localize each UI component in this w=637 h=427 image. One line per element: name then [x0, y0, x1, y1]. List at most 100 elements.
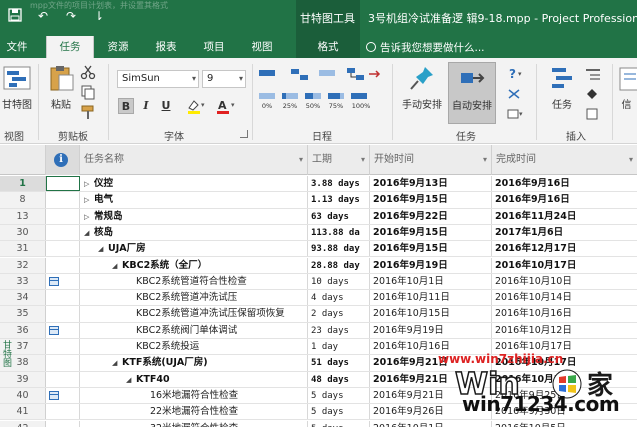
indicator-cell[interactable]	[46, 192, 80, 208]
duration-cell[interactable]: 2 days	[308, 306, 370, 322]
tab-view[interactable]: 视图	[242, 36, 282, 58]
table-row[interactable]: 30 ◢ 核岛 113.88 da 2016年9月15日 2017年1月6日	[0, 224, 637, 242]
expand-triangle-icon[interactable]: ▷	[84, 209, 94, 224]
task-name-cell[interactable]: ◢ KTF系统(UJA厂房)	[80, 355, 308, 371]
manual-schedule-button[interactable]: 手动安排	[398, 64, 446, 111]
row-id[interactable]: 8	[0, 192, 46, 208]
start-cell[interactable]: 2016年9月15日	[370, 224, 492, 241]
cut-icon[interactable]	[80, 64, 100, 80]
duration-cell[interactable]: 48 days	[308, 371, 370, 387]
duration-cell[interactable]: 1 day	[308, 339, 370, 355]
chevron-down-icon[interactable]: ▾	[361, 145, 365, 175]
collapse-triangle-icon[interactable]: ◢	[98, 241, 108, 256]
pct-complete-100-button[interactable]: 100%	[348, 88, 374, 110]
task-name-cell[interactable]: KBC2系统阀门单体调试	[80, 322, 308, 338]
finish-cell[interactable]: 2016年12月17日	[492, 241, 637, 256]
column-header-duration[interactable]: 工期 ▾	[308, 145, 370, 175]
indicator-cell[interactable]	[46, 404, 80, 420]
duration-cell[interactable]: 1.13 days	[308, 192, 370, 208]
mode-icon[interactable]	[506, 86, 526, 102]
font-family-select[interactable]: SimSun ▾	[117, 70, 199, 88]
duration-cell[interactable]: 93.88 day	[308, 241, 370, 257]
start-cell[interactable]: 2016年10月15日	[370, 306, 492, 322]
deliverable-icon[interactable]	[584, 106, 604, 122]
inactivate-icon[interactable]	[318, 66, 338, 82]
indicator-cell[interactable]	[46, 257, 80, 273]
tab-file[interactable]: 文件	[0, 36, 34, 58]
indicator-cell[interactable]	[46, 290, 80, 306]
indicator-cell[interactable]	[46, 273, 80, 290]
table-row[interactable]: 32 ◢ KBC2系统（全厂） 28.88 day 2016年9月19日 2016年10月…	[0, 257, 637, 274]
indicator-cell[interactable]	[46, 371, 80, 387]
task-name-cell[interactable]: ▷ 电气	[80, 192, 308, 208]
customize-qat-icon[interactable]: ⇂	[90, 8, 108, 24]
table-row[interactable]: 4232米地漏符合性检查5 days2016年10月1日2016年10月5日	[0, 420, 637, 427]
start-cell[interactable]: 2016年9月22日	[370, 208, 492, 224]
finish-cell[interactable]: 2016年10月17日	[492, 258, 637, 273]
duration-cell[interactable]: 5 days	[308, 404, 370, 420]
indicator-cell[interactable]	[46, 387, 80, 404]
start-cell[interactable]: 2016年10月1日	[370, 273, 492, 290]
duration-cell[interactable]: 10 days	[308, 273, 370, 290]
format-painter-icon[interactable]	[80, 104, 100, 120]
pct-complete-25-button[interactable]: 25%	[279, 88, 301, 110]
duration-cell[interactable]: 5 days	[308, 420, 370, 427]
select-all-corner[interactable]	[0, 145, 46, 175]
duration-cell[interactable]: 4 days	[308, 290, 370, 306]
row-id[interactable]: 13	[0, 208, 46, 224]
table-row[interactable]: 33 KBC2系统管道符合性检查 10 days 2016年10月1日 2016年10月…	[0, 273, 637, 291]
chevron-down-icon[interactable]: ▾	[629, 145, 633, 175]
start-cell[interactable]: 2016年10月11日	[370, 290, 492, 306]
indicator-cell[interactable]	[46, 176, 80, 192]
summary-icon[interactable]	[584, 66, 604, 82]
expand-triangle-icon[interactable]: ▷	[84, 176, 94, 191]
font-dialog-launcher-icon[interactable]	[240, 130, 248, 138]
table-row[interactable]: 36 KBC2系统阀门单体调试 23 days 2016年9月19日 2016年10月1…	[0, 322, 637, 339]
finish-cell[interactable]: 2016年10月10日	[492, 274, 637, 289]
finish-cell[interactable]: 2016年10月16日	[492, 306, 637, 321]
row-id[interactable]: 32	[0, 257, 46, 273]
table-row[interactable]: 35 KBC2系统管道冲洗试压保留项恢复 2 days 2016年10月15日 2016…	[0, 306, 637, 323]
duration-cell[interactable]: 63 days	[308, 208, 370, 224]
tab-report[interactable]: 报表	[146, 36, 186, 58]
tab-project[interactable]: 项目	[194, 36, 234, 58]
move-icon[interactable]	[366, 66, 386, 82]
finish-cell[interactable]: 2017年1月6日	[492, 225, 637, 240]
pct-complete-75-button[interactable]: 75%	[325, 88, 347, 110]
task-name-cell[interactable]: KBC2系统管道冲洗试压保留项恢复	[80, 306, 308, 322]
collapse-triangle-icon[interactable]: ◢	[84, 225, 94, 240]
task-name-cell[interactable]: ◢ KTF40	[80, 371, 308, 387]
link-tasks-icon[interactable]	[346, 66, 366, 82]
task-name-cell[interactable]: KBC2系统管道符合性检查	[80, 273, 308, 290]
duration-cell[interactable]: 5 days	[308, 387, 370, 404]
start-cell[interactable]: 2016年9月19日	[370, 257, 492, 273]
row-id[interactable]: 33	[0, 273, 46, 290]
table-row[interactable]: 34 KBC2系统管道冲洗试压 4 days 2016年10月11日 2016年10月1…	[0, 290, 637, 307]
start-cell[interactable]: 2016年10月1日	[370, 420, 492, 427]
row-id[interactable]: 30	[0, 224, 46, 241]
table-row[interactable]: 31 ◢ UJA厂房 93.88 day 2016年9月15日 2016年12月17日	[0, 241, 637, 258]
duration-cell[interactable]: 28.88 day	[308, 257, 370, 273]
paste-button[interactable]: 粘贴	[44, 64, 78, 111]
column-header-task-name[interactable]: 任务名称 ▾	[80, 145, 308, 175]
task-name-cell[interactable]: ▷ 仪控	[80, 176, 308, 192]
indicator-cell[interactable]	[46, 322, 80, 338]
indicator-cell[interactable]	[46, 208, 80, 224]
tab-task[interactable]: 任务	[46, 36, 94, 58]
information-button[interactable]: 信	[616, 64, 637, 111]
font-size-select[interactable]: 9 ▾	[202, 70, 246, 88]
task-name-cell[interactable]: KBC2系统投运	[80, 339, 308, 355]
indicator-cell[interactable]	[46, 241, 80, 257]
task-name-cell[interactable]: 22米地漏符合性检查	[80, 404, 308, 420]
mark-on-track-icon[interactable]	[258, 66, 278, 82]
undo-icon[interactable]: ↶	[34, 8, 52, 24]
row-id[interactable]: 31	[0, 241, 46, 257]
indicator-cell[interactable]	[46, 224, 80, 241]
underline-button[interactable]: U	[158, 98, 174, 114]
finish-cell[interactable]: 2016年11月24日	[492, 209, 637, 224]
finish-cell[interactable]: 2016年10月14日	[492, 290, 637, 305]
view-side-tab[interactable]: 甘特图	[0, 300, 11, 427]
bold-button[interactable]: B	[118, 98, 134, 114]
tab-resource[interactable]: 资源	[98, 36, 138, 58]
indicator-cell[interactable]	[46, 355, 80, 371]
